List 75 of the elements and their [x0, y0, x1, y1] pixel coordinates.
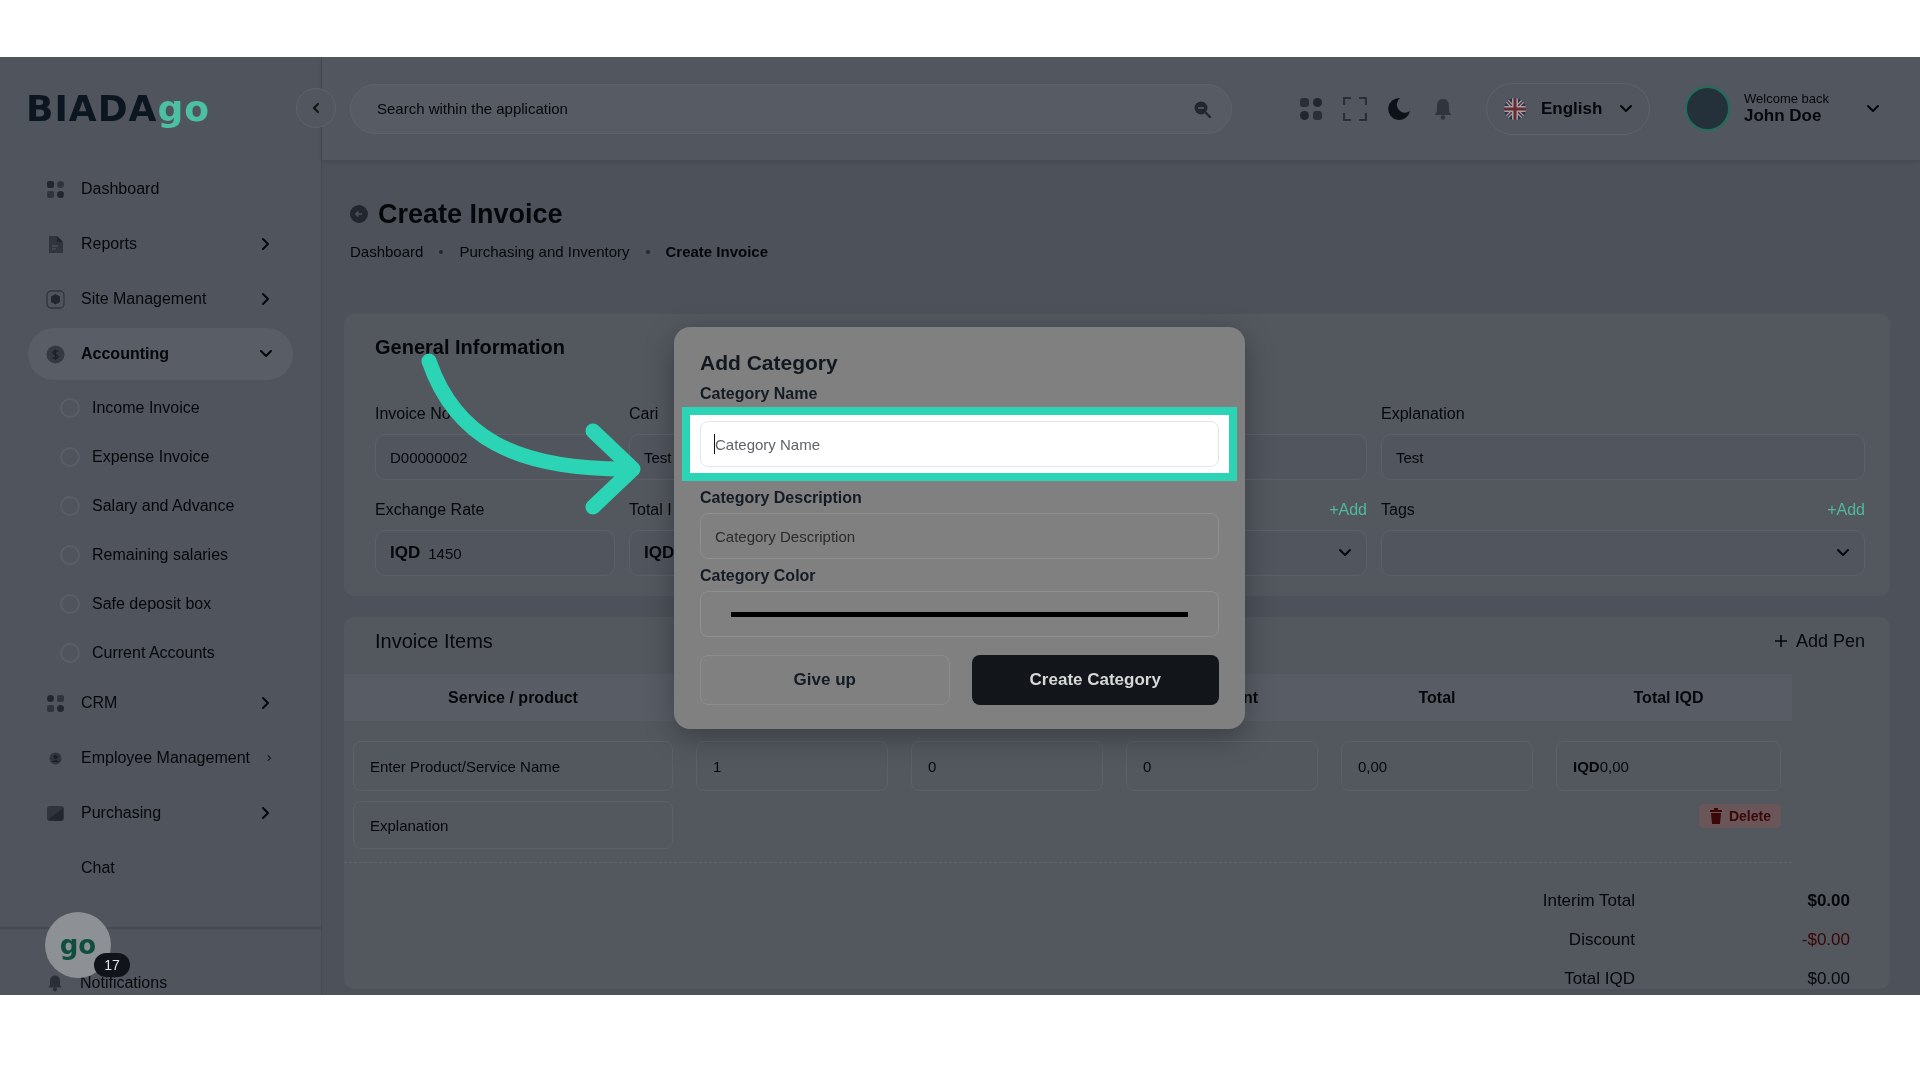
sidebar-item[interactable]: Dashboard	[28, 163, 293, 215]
sidebar-item[interactable]: Chat	[28, 842, 293, 894]
plus-icon	[1773, 634, 1788, 648]
color-field[interactable]	[700, 591, 1219, 637]
add-button[interactable]: Add Pen	[1773, 630, 1865, 652]
collapse-button[interactable]	[296, 88, 336, 128]
number-field[interactable]: IQD0,00	[1556, 741, 1781, 791]
column-header: Total IQD	[1632, 688, 1705, 707]
trash-icon	[1708, 808, 1723, 824]
text-field[interactable]: Test	[1381, 434, 1865, 480]
cube-icon	[46, 289, 65, 309]
chevron-left-icon	[310, 102, 322, 114]
number-field[interactable]: 0	[911, 741, 1103, 791]
column-header: Service / product	[447, 688, 579, 707]
sidebar-item[interactable]: Employee Management	[28, 732, 293, 784]
sidebar-item[interactable]: Accounting	[28, 328, 293, 380]
field-label: Total I	[629, 501, 672, 519]
dollar-icon	[46, 344, 65, 364]
field-label: Exchange Rate	[375, 501, 485, 519]
grid-icon	[46, 693, 65, 713]
sidebar-item[interactable]: Site Management	[28, 273, 293, 325]
explanation-field[interactable]: Explanation	[353, 801, 673, 849]
count-badge: 17	[94, 953, 130, 977]
search-field[interactable]: Search within the application	[350, 83, 1232, 134]
field-label: Explanation	[1381, 405, 1465, 423]
modal-title: Add Category	[700, 351, 839, 375]
add-link[interactable]: +Add	[1827, 501, 1865, 519]
total-value: -$0.00	[1800, 930, 1850, 950]
sidebar-subitem[interactable]: Salary and Advance	[28, 481, 293, 530]
avatar[interactable]	[1685, 86, 1730, 131]
page-title: Create Invoice	[378, 198, 563, 230]
add-link[interactable]: +Add	[1329, 501, 1367, 519]
breadcrumb-link[interactable]: Purchasing and Inventory	[459, 243, 630, 260]
total-label: Total IQD	[1563, 969, 1635, 989]
field-label: Tags	[1381, 501, 1415, 519]
sidebar-subitem[interactable]: Expense Invoice	[28, 432, 293, 481]
text-field[interactable]: Category Description	[700, 513, 1219, 559]
card-icon	[46, 803, 65, 823]
cancel-button[interactable]: Give up	[700, 655, 950, 705]
total-label: Interim Total	[1542, 891, 1635, 911]
sidebar-subitem[interactable]: Income Invoice	[28, 383, 293, 432]
sidebar-item[interactable]: Purchasing	[28, 787, 293, 839]
fullscreen-icon[interactable]	[1342, 96, 1367, 121]
select-field[interactable]	[1381, 530, 1865, 576]
user-name: John Doe	[1744, 106, 1823, 126]
total-value: $0.00	[1806, 891, 1850, 911]
section-title: Invoice Items	[375, 629, 493, 653]
logo: BIADAgo	[26, 90, 210, 127]
field-label: Cari	[629, 405, 659, 423]
field-label: Category Description	[700, 489, 863, 507]
number-field[interactable]: 1	[696, 741, 888, 791]
delete-button[interactable]: Delete	[1698, 804, 1781, 828]
greeting-text: Welcome back	[1744, 91, 1830, 106]
sidebar-subitem[interactable]: Current Accounts	[28, 628, 293, 677]
breadcrumb-link[interactable]: Dashboard	[350, 243, 424, 260]
total-value: $0.00	[1806, 969, 1850, 989]
sidebar-item[interactable]: CRM	[28, 677, 293, 729]
create-button[interactable]: Create Category	[971, 655, 1219, 705]
bell-icon	[46, 974, 64, 992]
document-icon	[46, 234, 65, 254]
total-label: Discount	[1567, 930, 1635, 950]
section-title: General Information	[375, 336, 567, 360]
column-header: Total	[1417, 688, 1457, 707]
field-label: Category Color	[700, 567, 817, 585]
moon-icon[interactable]	[1386, 96, 1411, 121]
number-field[interactable]: 0,00	[1341, 741, 1533, 791]
grid-icon	[46, 179, 65, 199]
field-label: Category Name	[700, 385, 819, 403]
sidebar-subitem[interactable]: Remaining salaries	[28, 530, 293, 579]
currency-field[interactable]: IQD 1450	[375, 530, 615, 576]
product-field[interactable]: Enter Product/Service Name	[353, 741, 673, 791]
grid-icon[interactable]	[1298, 96, 1323, 121]
sidebar-subitem[interactable]: Safe deposit box	[28, 579, 293, 628]
number-field[interactable]: 0	[1126, 741, 1318, 791]
sidebar-item[interactable]: Reports	[28, 218, 293, 270]
